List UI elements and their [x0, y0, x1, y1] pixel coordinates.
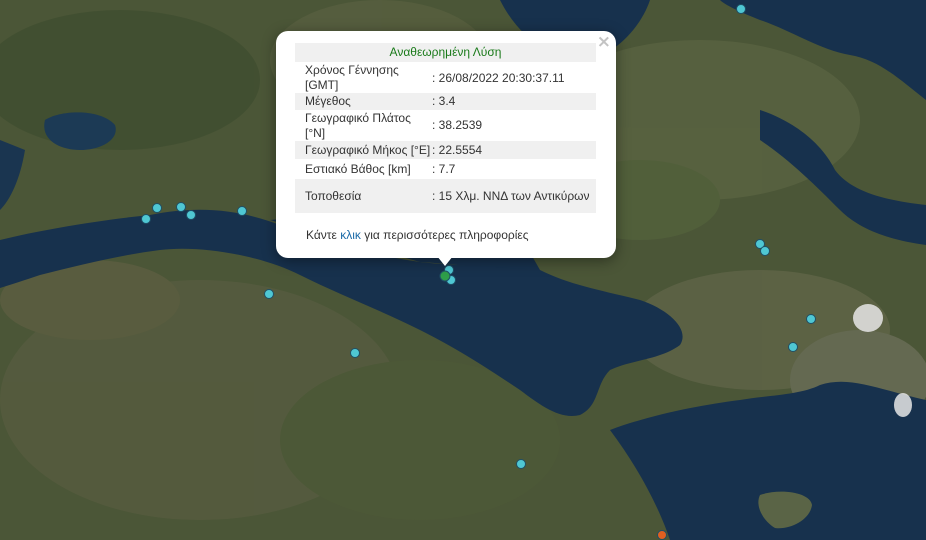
location-label: Τοποθεσία [305, 188, 362, 203]
earthquake-marker[interactable] [516, 459, 526, 469]
depth-value: : 7.7 [432, 161, 456, 176]
earthquake-marker[interactable] [760, 246, 770, 256]
earthquake-marker[interactable] [237, 206, 247, 216]
row-latitude: Γεωγραφικό Πλάτος [°N] : 38.2539 [295, 110, 596, 141]
earthquake-marker[interactable] [736, 4, 746, 14]
more-info-prefix: Κάντε [306, 228, 341, 242]
more-info-link[interactable]: κλικ [340, 228, 361, 242]
popup-pointer [437, 256, 453, 266]
earthquake-marker[interactable] [152, 203, 162, 213]
row-depth: Εστιακό Βάθος [km] : 7.7 [295, 159, 596, 179]
close-popup-icon[interactable]: × [597, 32, 611, 52]
earthquake-marker[interactable] [806, 314, 816, 324]
earthquake-marker[interactable] [176, 202, 186, 212]
selected-earthquake-marker[interactable] [439, 270, 451, 282]
origin-time-label: Χρόνος Γέννησης [GMT] [305, 63, 399, 92]
origin-time-value: : 26/08/2022 20:30:37.11 [432, 70, 565, 85]
magnitude-label: Μέγεθος [305, 94, 351, 108]
depth-label: Εστιακό Βάθος [km] [305, 161, 411, 176]
more-info-text: Κάντε κλικ για περισσότερες πληροφορίες [306, 228, 529, 242]
row-magnitude: Μέγεθος : 3.4 [295, 93, 596, 110]
earthquake-info-table: Χρόνος Γέννησης [GMT] : 26/08/2022 20:30… [295, 63, 596, 213]
longitude-label: Γεωγραφικό Μήκος [°E] [305, 142, 431, 157]
magnitude-value: : 3.4 [432, 94, 456, 108]
earthquake-popup: × Αναθεωρημένη Λύση Χρόνος Γέννησης [GMT… [276, 31, 616, 258]
more-info-suffix: για περισσότερες πληροφορίες [360, 228, 529, 242]
earthquake-marker[interactable] [350, 348, 360, 358]
earthquake-marker[interactable] [186, 210, 196, 220]
earthquake-marker[interactable] [264, 289, 274, 299]
row-origin-time: Χρόνος Γέννησης [GMT] : 26/08/2022 20:30… [295, 63, 596, 93]
earthquake-marker[interactable] [788, 342, 798, 352]
earthquake-marker[interactable] [657, 530, 667, 540]
latitude-value: : 38.2539 [432, 118, 483, 132]
row-location: Τοποθεσία : 15 Χλμ. ΝΝΔ των Αντικύρων [295, 179, 596, 213]
longitude-value: : 22.5554 [432, 142, 483, 157]
latitude-label: Γεωγραφικό Πλάτος [°N] [305, 110, 411, 140]
popup-title: Αναθεωρημένη Λύση [295, 43, 596, 62]
location-value: : 15 Χλμ. ΝΝΔ των Αντικύρων [432, 188, 590, 203]
earthquake-marker[interactable] [141, 214, 151, 224]
row-longitude: Γεωγραφικό Μήκος [°E] : 22.5554 [295, 141, 596, 159]
